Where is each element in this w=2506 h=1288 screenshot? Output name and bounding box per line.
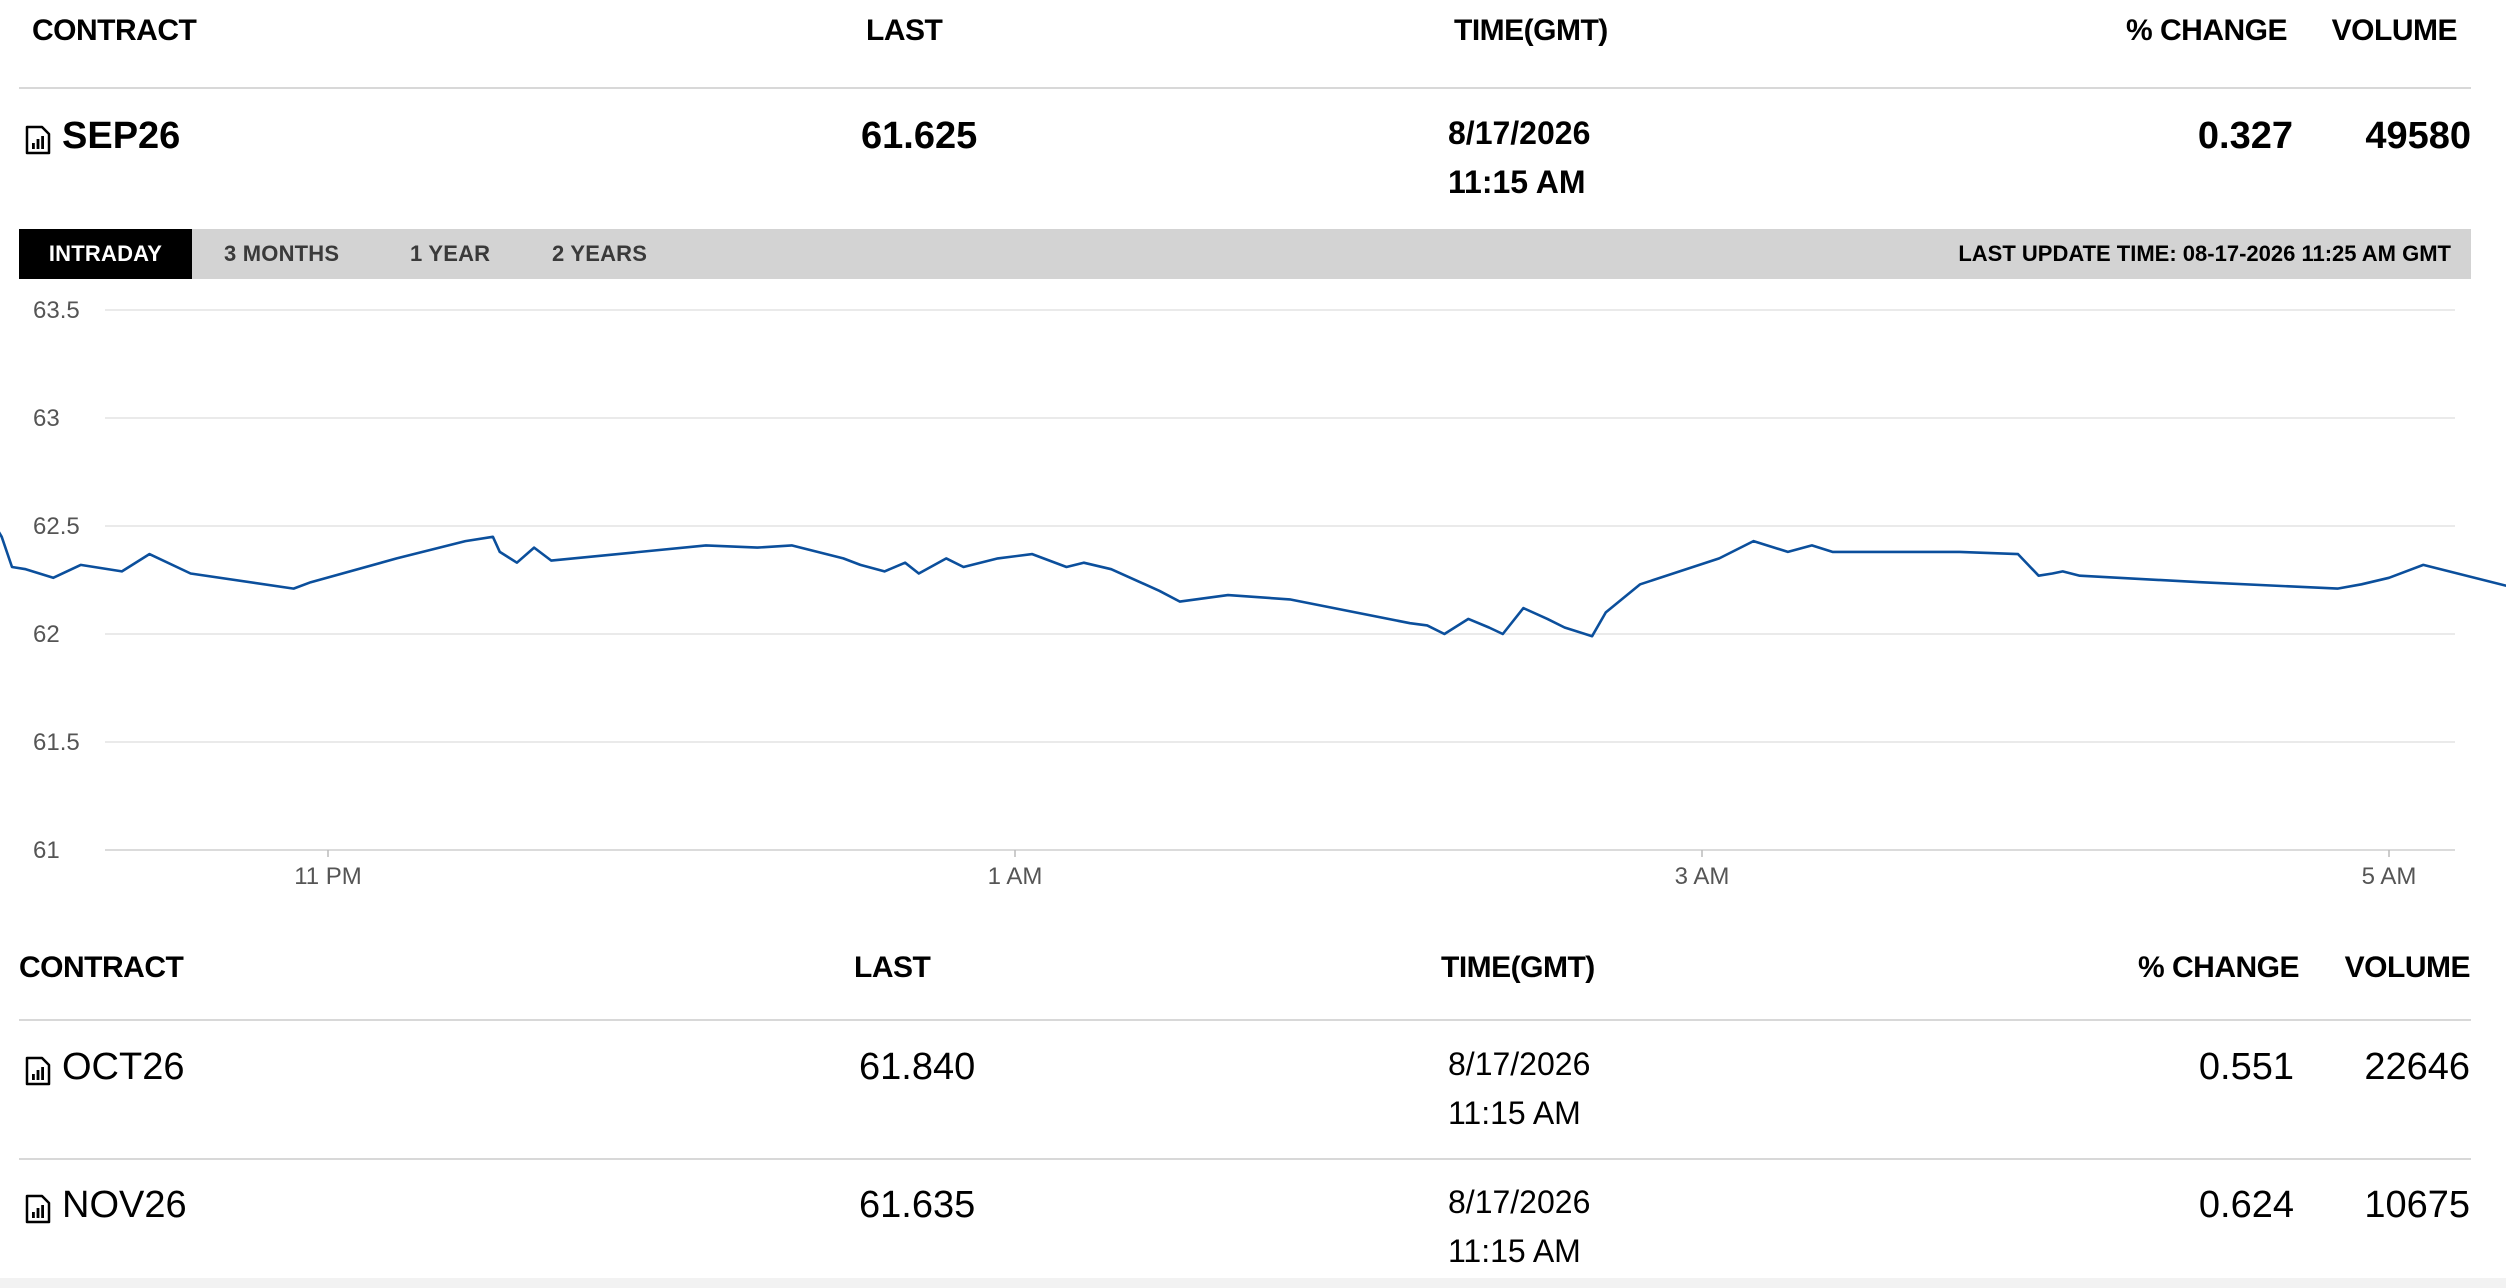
col-header-contract: CONTRACT xyxy=(32,14,197,47)
row-time: 11:15 AM xyxy=(1448,1233,1581,1269)
col-header-time: TIME(GMT) xyxy=(1454,14,1608,47)
chart-document-icon[interactable] xyxy=(25,125,51,155)
y-tick-label: 63 xyxy=(33,405,60,432)
tab-2-years[interactable]: 2 YEARS xyxy=(552,229,647,279)
row-time: 11:15 AM xyxy=(1448,1095,1581,1131)
featured-time: 11:15 AM xyxy=(1448,164,1586,200)
y-tick-label: 63.5 xyxy=(33,297,80,324)
row-volume: 10675 xyxy=(2364,1184,2470,1226)
y-tick-label: 62.5 xyxy=(33,513,80,540)
col-header-last: LAST xyxy=(866,14,943,47)
intraday-price-chart[interactable]: 63.56362.56261.561 11 PM1 AM3 AM5 AM7 AM… xyxy=(0,290,2506,920)
tab-intraday[interactable]: INTRADAY xyxy=(19,229,192,279)
chart-gridlines xyxy=(105,309,2455,851)
page-bottom-edge xyxy=(0,1278,2506,1288)
last-update-time: LAST UPDATE TIME: 08-17-2026 11:25 AM GM… xyxy=(1958,241,2451,266)
row-last: 61.840 xyxy=(859,1046,976,1088)
row-divider xyxy=(19,1158,2471,1160)
y-tick-label: 61.5 xyxy=(33,729,80,756)
col-header-contract-2: CONTRACT xyxy=(19,951,184,984)
row-volume: 22646 xyxy=(2364,1046,2470,1088)
row-date: 8/17/2026 xyxy=(1448,1046,1591,1082)
row-contract-name[interactable]: NOV26 xyxy=(62,1184,187,1227)
col-header-time-2: TIME(GMT) xyxy=(1441,951,1595,984)
table-header-divider xyxy=(19,1019,2471,1021)
price-series-line[interactable] xyxy=(0,407,2506,817)
y-tick-label: 62 xyxy=(33,621,60,648)
chart-document-icon[interactable] xyxy=(25,1194,51,1224)
featured-last: 61.625 xyxy=(861,115,978,157)
row-last: 61.635 xyxy=(859,1184,976,1226)
col-header-last-2: LAST xyxy=(854,951,931,984)
chart-y-axis: 63.5 63 62.5 62 61.5 61 xyxy=(33,297,80,864)
x-tick-label: 1 AM xyxy=(988,863,1043,890)
header-divider xyxy=(19,87,2471,89)
col-header-pct-change: % CHANGE xyxy=(2125,14,2288,47)
chart-document-icon[interactable] xyxy=(25,1056,51,1086)
range-tab-bar: INTRADAY 3 MONTHS 1 YEAR 2 YEARS LAST UP… xyxy=(19,229,2471,279)
featured-pct-change: 0.327 xyxy=(2197,115,2293,157)
tab-1-year[interactable]: 1 YEAR xyxy=(410,229,490,279)
row-date: 8/17/2026 xyxy=(1448,1184,1591,1220)
x-tick-label: 5 AM xyxy=(2362,863,2417,890)
featured-contract-name[interactable]: SEP26 xyxy=(62,115,180,158)
col-header-volume: VOLUME xyxy=(2331,14,2458,47)
col-header-pct-change-2: % CHANGE xyxy=(2137,951,2300,984)
x-tick-label: 3 AM xyxy=(1675,863,1730,890)
row-pct-change: 0.624 xyxy=(2198,1184,2294,1226)
tab-3-months[interactable]: 3 MONTHS xyxy=(224,229,339,279)
row-contract-name[interactable]: OCT26 xyxy=(62,1046,184,1089)
col-header-volume-2: VOLUME xyxy=(2344,951,2471,984)
y-tick-label: 61 xyxy=(33,837,60,864)
row-pct-change: 0.551 xyxy=(2198,1046,2294,1088)
featured-date: 8/17/2026 xyxy=(1448,115,1591,151)
chart-x-axis: 11 PM1 AM3 AM5 AM7 AM9 AM11 AM xyxy=(294,850,2417,890)
x-tick-label: 11 PM xyxy=(294,863,362,890)
featured-volume: 49580 xyxy=(2365,115,2471,157)
